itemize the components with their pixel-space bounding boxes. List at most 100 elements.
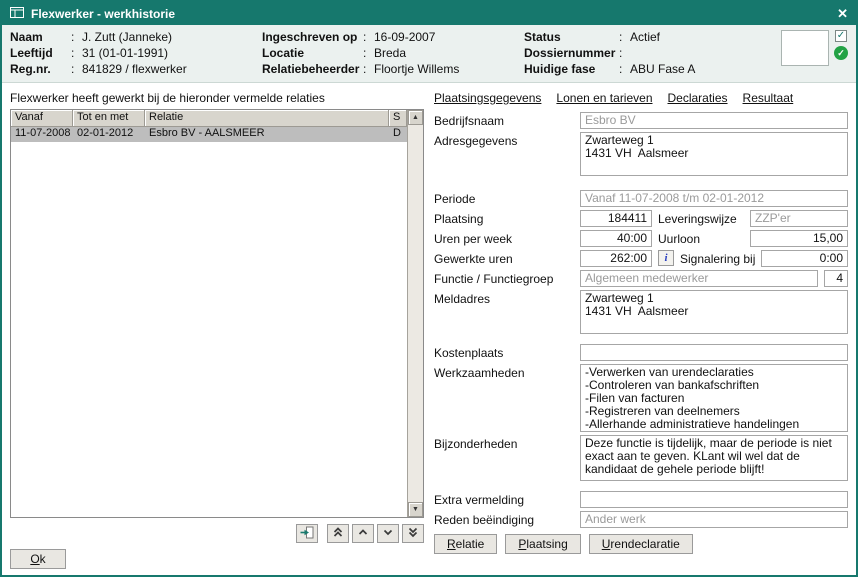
tab-lonen-en-tarieven[interactable]: Lonen en tarieven bbox=[556, 91, 652, 105]
field-label: Relatiebeheerder bbox=[262, 62, 360, 76]
previous-record-button[interactable] bbox=[352, 524, 374, 543]
separator: : bbox=[363, 30, 371, 44]
flag-checkbox[interactable]: ✓ bbox=[835, 30, 847, 42]
separator: : bbox=[71, 46, 79, 60]
field-label: Leeftijd bbox=[10, 46, 68, 60]
scroll-track[interactable] bbox=[408, 125, 423, 502]
label-meldadres: Meldadres bbox=[434, 290, 580, 306]
photo-placeholder bbox=[781, 30, 829, 66]
record-navigation bbox=[10, 518, 424, 547]
main-area: Flexwerker heeft gewerkt bij de hieronde… bbox=[2, 83, 856, 547]
tab-plaatsingsgegevens[interactable]: Plaatsingsgegevens bbox=[434, 91, 541, 105]
person-info-header: Naam:J. Zutt (Janneke) Leeftijd:31 (01-0… bbox=[2, 25, 856, 83]
label-adresgegevens: Adresgegevens bbox=[434, 132, 580, 148]
ingeschreven-op-value: 16-09-2007 bbox=[374, 30, 524, 44]
list-caption: Flexwerker heeft gewerkt bij de hieronde… bbox=[10, 91, 424, 105]
window-title: Flexwerker - werkhistorie bbox=[31, 7, 175, 21]
label-extra-vermelding: Extra vermelding bbox=[434, 491, 580, 507]
separator: : bbox=[363, 46, 371, 60]
plaatsing-field[interactable]: 184411 bbox=[580, 210, 652, 227]
tab-declaraties[interactable]: Declaraties bbox=[668, 91, 728, 105]
goto-record-button[interactable] bbox=[296, 524, 318, 543]
relatiebeheerder-value: Floortje Willems bbox=[374, 62, 524, 76]
separator: : bbox=[71, 30, 79, 44]
info-icon[interactable]: i bbox=[658, 250, 674, 266]
first-record-button[interactable] bbox=[327, 524, 349, 543]
vertical-scrollbar[interactable]: ▲ ▼ bbox=[407, 110, 423, 517]
leeftijd-value: 31 (01-01-1991) bbox=[82, 46, 262, 60]
uurloon-field[interactable]: 15,00 bbox=[750, 230, 848, 247]
extra-vermelding-field[interactable] bbox=[580, 491, 848, 508]
label-reden-beeindiging: Reden beëindiging bbox=[434, 511, 580, 527]
separator: : bbox=[619, 46, 627, 60]
field-label: Status bbox=[524, 30, 616, 44]
werkzaamheden-field[interactable]: -Verwerken van urendeclaraties -Controle… bbox=[580, 364, 848, 432]
meldadres-field[interactable]: Zwarteweg 1 1431 VH Aalsmeer bbox=[580, 290, 848, 334]
next-record-button[interactable] bbox=[377, 524, 399, 543]
huidige-fase-value: ABU Fase A bbox=[630, 62, 738, 76]
table-body[interactable]: 11-07-2008 02-01-2012 Esbro BV - AALSMEE… bbox=[11, 127, 407, 142]
functiegroep-field[interactable]: 4 bbox=[824, 270, 848, 287]
scroll-up-icon[interactable]: ▲ bbox=[408, 110, 423, 125]
last-record-button[interactable] bbox=[402, 524, 424, 543]
label-signalering-bij: Signalering bij bbox=[680, 250, 755, 266]
label-werkzaamheden: Werkzaamheden bbox=[434, 364, 580, 380]
titlebar[interactable]: Flexwerker - werkhistorie ✕ bbox=[2, 2, 856, 25]
tab-bar: Plaatsingsgegevens Lonen en tarieven Dec… bbox=[434, 91, 848, 105]
chevron-down-icon bbox=[382, 526, 394, 541]
separator: : bbox=[71, 62, 79, 76]
placement-panel: Plaatsingsgegevens Lonen en tarieven Dec… bbox=[434, 91, 848, 547]
chevron-double-up-icon bbox=[332, 526, 344, 541]
adresgegevens-field[interactable]: Zwarteweg 1 1431 VH Aalsmeer bbox=[580, 132, 848, 176]
form-spacer bbox=[434, 337, 848, 341]
header-column-1: Naam:J. Zutt (Janneke) Leeftijd:31 (01-0… bbox=[10, 30, 262, 76]
form-spacer bbox=[434, 484, 848, 488]
dossiernummer-value bbox=[630, 46, 738, 60]
field-label: Naam bbox=[10, 30, 68, 44]
close-icon[interactable]: ✕ bbox=[837, 6, 848, 22]
label-plaatsing: Plaatsing bbox=[434, 210, 580, 226]
column-header-tot-en-met[interactable]: Tot en met bbox=[73, 110, 145, 127]
gewerkte-uren-field[interactable]: 262:00 bbox=[580, 250, 652, 267]
cell-s: D bbox=[389, 127, 407, 142]
dialog-flexwerker-werkhistorie: Flexwerker - werkhistorie ✕ Naam:J. Zutt… bbox=[0, 0, 858, 577]
regnr-value: 841829 / flexwerker bbox=[82, 62, 262, 76]
goto-record-icon bbox=[300, 526, 314, 542]
label-leveringswijze: Leveringswijze bbox=[658, 210, 744, 226]
column-header-vanaf[interactable]: Vanaf bbox=[11, 110, 73, 127]
tab-resultaat[interactable]: Resultaat bbox=[743, 91, 794, 105]
kostenplaats-field[interactable] bbox=[580, 344, 848, 361]
label-kostenplaats: Kostenplaats bbox=[434, 344, 580, 360]
reden-beeindiging-field[interactable]: Ander werk bbox=[580, 511, 848, 528]
ok-button[interactable]: Ok bbox=[10, 549, 66, 569]
scroll-down-icon[interactable]: ▼ bbox=[408, 502, 423, 517]
column-header-relatie[interactable]: Relatie bbox=[145, 110, 389, 127]
status-ok-icon: ✓ bbox=[834, 46, 848, 60]
cell-vanaf: 11-07-2008 bbox=[11, 127, 73, 142]
label-bijzonderheden: Bijzonderheden bbox=[434, 435, 580, 451]
field-label: Reg.nr. bbox=[10, 62, 68, 76]
locatie-value: Breda bbox=[374, 46, 524, 60]
separator: : bbox=[363, 62, 371, 76]
dialog-footer: Ok bbox=[2, 547, 856, 575]
label-periode: Periode bbox=[434, 190, 580, 206]
table-row[interactable]: 11-07-2008 02-01-2012 Esbro BV - AALSMEE… bbox=[11, 127, 407, 142]
cell-tot-en-met: 02-01-2012 bbox=[73, 127, 145, 142]
header-column-2: Ingeschreven op:16-09-2007 Locatie:Breda… bbox=[262, 30, 524, 76]
placement-form: Bedrijfsnaam Esbro BV Adresgegevens Zwar… bbox=[434, 112, 848, 528]
field-label: Huidige fase bbox=[524, 62, 616, 76]
signalering-bij-field[interactable]: 0:00 bbox=[761, 250, 848, 267]
status-value: Actief bbox=[630, 30, 738, 44]
column-header-s[interactable]: S bbox=[389, 110, 407, 127]
leveringswijze-field[interactable]: ZZP'er bbox=[750, 210, 848, 227]
cell-relatie: Esbro BV - AALSMEER bbox=[145, 127, 389, 142]
label-functie-functiegroep: Functie / Functiegroep bbox=[434, 270, 580, 286]
separator: : bbox=[619, 30, 627, 44]
functie-field[interactable]: Algemeen medewerker bbox=[580, 270, 818, 287]
separator: : bbox=[619, 62, 627, 76]
bedrijfsnaam-field[interactable]: Esbro BV bbox=[580, 112, 848, 129]
periode-field[interactable]: Vanaf 11-07-2008 t/m 02-01-2012 bbox=[580, 190, 848, 207]
uren-per-week-field[interactable]: 40:00 bbox=[580, 230, 652, 247]
chevron-double-down-icon bbox=[407, 526, 419, 541]
bijzonderheden-field[interactable]: Deze functie is tijdelijk, maar de perio… bbox=[580, 435, 848, 481]
